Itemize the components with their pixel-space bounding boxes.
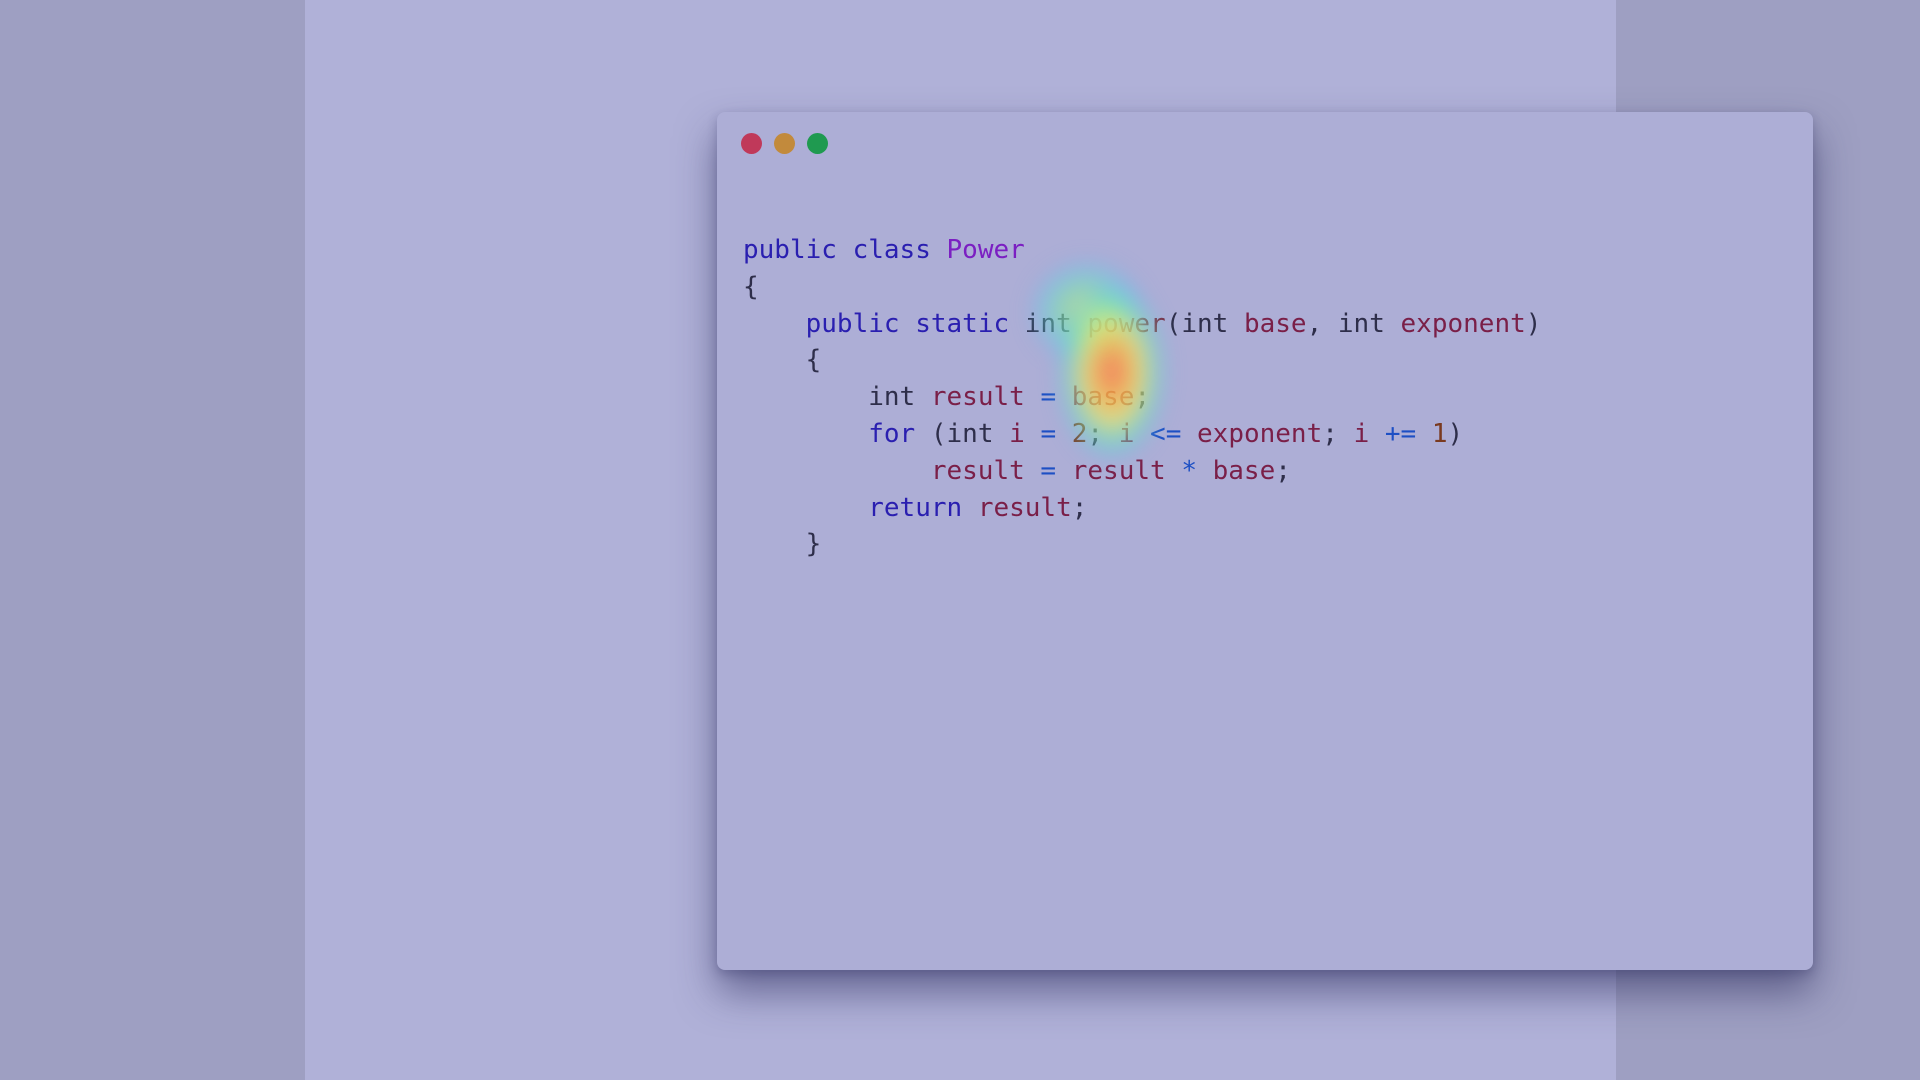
code-token: base [1071, 382, 1135, 413]
code-token: base [1212, 455, 1276, 486]
code-line: { [743, 269, 1541, 306]
code-token: result [930, 455, 1025, 486]
code-token: return [868, 492, 963, 523]
code-token: i [1009, 418, 1025, 449]
code-window: public class Power{ public static int po… [717, 112, 1813, 970]
code-token: int [946, 418, 994, 449]
code-token: ; [1087, 418, 1119, 449]
code-line: int result = base; [743, 379, 1541, 416]
code-line: { [743, 342, 1541, 379]
code-token: int [868, 382, 916, 413]
code-token: i [1118, 418, 1135, 449]
code-token: public [743, 235, 837, 265]
code-token: i [1353, 418, 1370, 449]
code-token: base [1243, 308, 1307, 339]
code-token: public [805, 308, 900, 339]
code-token: * [1181, 455, 1197, 486]
code-token: ; [1071, 492, 1088, 523]
code-token: class [852, 235, 931, 265]
code-token: ; [1275, 455, 1291, 486]
code-token: { [743, 345, 822, 376]
code-token: result [977, 492, 1072, 523]
code-line: public static int power(int base, int ex… [743, 306, 1542, 343]
code-token: result [930, 382, 1025, 413]
code-token: for [868, 418, 916, 449]
code-token: += [1384, 418, 1417, 449]
code-token: exponent [1197, 418, 1323, 449]
code-token: 1 [1431, 418, 1448, 449]
code-token: power [1087, 308, 1166, 339]
code-line: result = result * base; [743, 453, 1541, 490]
maximize-button[interactable] [807, 133, 828, 154]
close-button[interactable] [741, 133, 762, 154]
code-token: exponent [1400, 308, 1526, 339]
window-titlebar [741, 133, 828, 155]
code-token: int [1024, 308, 1072, 339]
presentation-background: public class Power{ public static int po… [305, 0, 1813, 1080]
code-token: } [743, 529, 822, 560]
code-token: ; [1134, 382, 1151, 413]
code-token: { [743, 271, 759, 302]
code-token: ( [915, 418, 947, 449]
code-token: ; [1322, 418, 1354, 449]
code-token: int [1181, 308, 1229, 339]
code-token: ( [1165, 308, 1182, 339]
code-token: = [1040, 418, 1057, 449]
code-token: static [915, 308, 1010, 339]
code-line: } [743, 526, 1541, 563]
code-block: public class Power{ public static int po… [743, 232, 1541, 563]
code-token: , [1306, 308, 1338, 339]
code-token: result [1071, 455, 1166, 486]
code-token: <= [1150, 418, 1182, 449]
code-token: = [1040, 382, 1057, 413]
code-token: ) [1447, 418, 1464, 449]
code-token: ) [1525, 308, 1542, 339]
code-line: return result; [743, 490, 1541, 527]
minimize-button[interactable] [774, 133, 795, 154]
code-token: Power [946, 235, 1025, 265]
code-token: 2 [1071, 418, 1088, 449]
code-line: public class Power [743, 232, 1541, 269]
code-token: = [1040, 455, 1057, 486]
code-line: for (int i = 2; i <= exponent; i += 1) [743, 416, 1541, 453]
code-token: int [1337, 308, 1385, 339]
